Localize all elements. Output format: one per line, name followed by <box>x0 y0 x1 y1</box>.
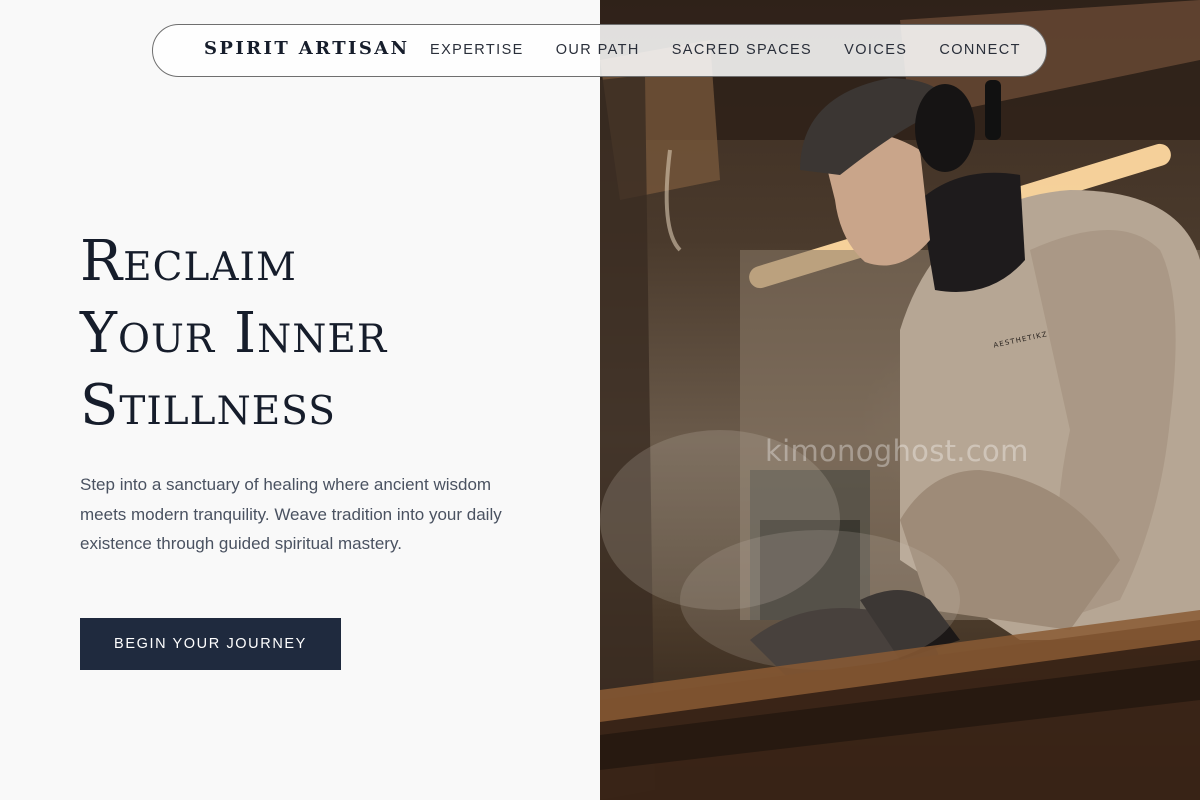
nav-links: EXPERTISE OUR PATH SACRED SPACES VOICES … <box>430 42 1053 58</box>
nav-link-connect[interactable]: CONNECT <box>939 42 1021 58</box>
hero-intro-text: Step into a sanctuary of healing where a… <box>80 475 502 553</box>
nav-link-our-path[interactable]: OUR PATH <box>556 42 640 58</box>
headline-line-2: Your Inner <box>80 301 388 366</box>
headline-line-3: Stillness <box>80 373 336 438</box>
nav-link-voices[interactable]: VOICES <box>844 42 907 58</box>
hero-headline: Reclaim Your Inner Stillness <box>80 226 580 442</box>
top-navigation-bar: SPIRIT ARTISAN EXPERTISE OUR PATH SACRED… <box>152 24 1047 77</box>
headline-line-1: Reclaim <box>80 229 297 294</box>
begin-journey-button[interactable]: BEGIN YOUR JOURNEY <box>80 618 341 670</box>
nav-link-sacred-spaces[interactable]: SACRED SPACES <box>672 42 812 58</box>
brand-logo-link[interactable]: SPIRIT ARTISAN <box>204 38 409 59</box>
watermark-text: kimonoghost.com <box>765 434 1029 468</box>
nav-link-expertise[interactable]: EXPERTISE <box>430 42 524 58</box>
hero-photo-craftsman: AESTHETIKZ <box>600 0 1200 800</box>
